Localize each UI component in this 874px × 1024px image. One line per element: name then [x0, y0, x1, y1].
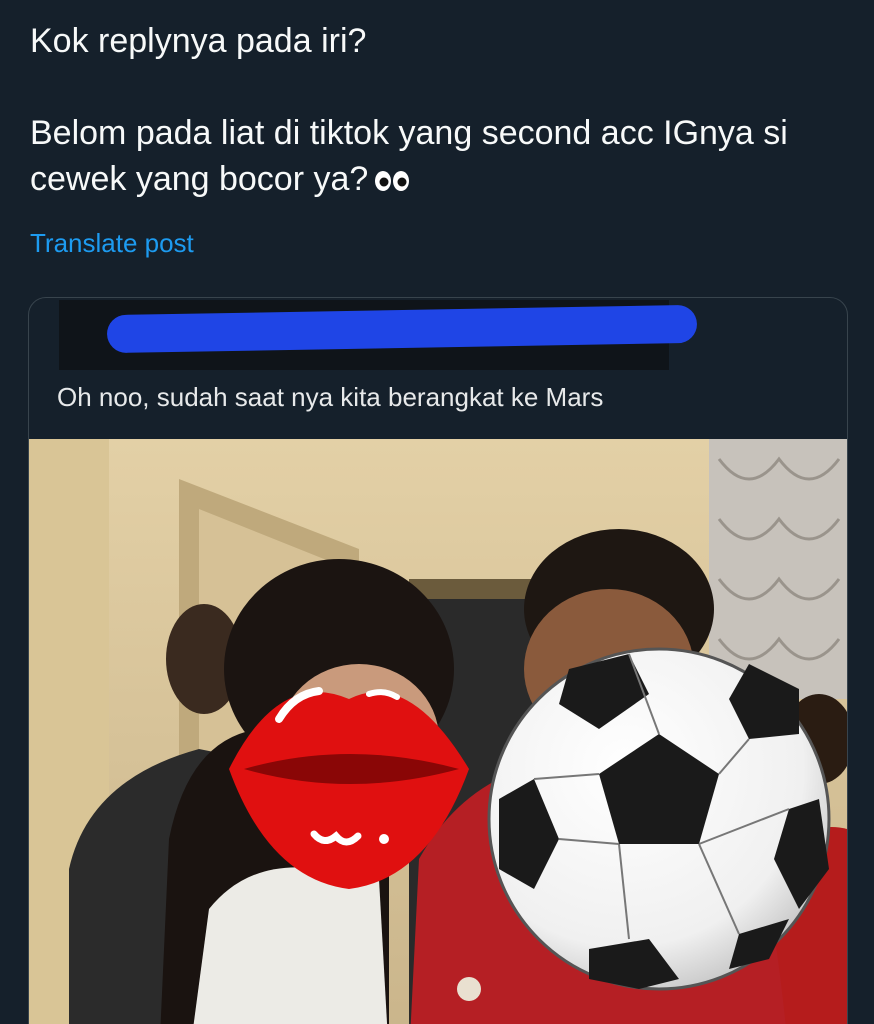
redaction-mark	[106, 304, 698, 354]
post-line-1: Kok replynya pada iri?	[30, 22, 367, 60]
soccer-ball-emoji-icon	[487, 647, 831, 991]
quote-author-redacted	[59, 300, 698, 370]
translate-post-link[interactable]: Translate post	[30, 228, 194, 259]
eyes-emoji-icon	[374, 169, 412, 193]
quote-text: Oh noo, sudah saat nya kita berangkat ke…	[57, 382, 604, 412]
post-body: Kok replynya pada iri? Belom pada liat d…	[30, 18, 860, 202]
media-photo	[29, 439, 847, 1024]
post-line-2: Belom pada liat di tiktok yang second ac…	[30, 110, 860, 202]
quote-card[interactable]: Oh noo, sudah saat nya kita berangkat ke…	[28, 297, 848, 1024]
quote-media-image[interactable]	[29, 439, 847, 1024]
